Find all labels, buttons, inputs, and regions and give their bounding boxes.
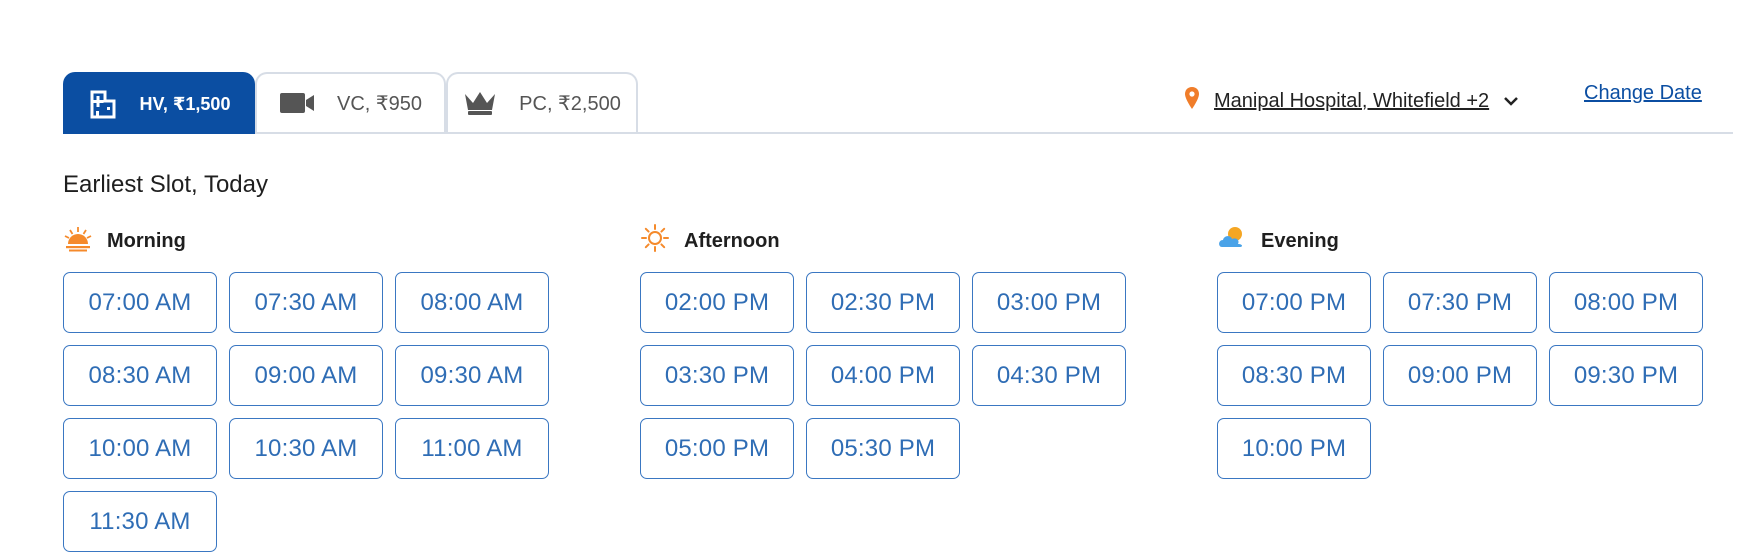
morning-section: Morning 07:00 AM 07:30 AM 08:00 AM 08:30… bbox=[63, 226, 549, 552]
hospital-icon bbox=[88, 89, 118, 119]
time-slot[interactable]: 08:00 AM bbox=[395, 272, 549, 333]
time-slot[interactable]: 05:30 PM bbox=[806, 418, 960, 479]
time-slot[interactable]: 08:30 AM bbox=[63, 345, 217, 406]
location-pin-icon bbox=[1184, 86, 1200, 116]
time-slot[interactable]: 05:00 PM bbox=[640, 418, 794, 479]
time-slot[interactable]: 02:30 PM bbox=[806, 272, 960, 333]
time-slot[interactable]: 07:00 PM bbox=[1217, 272, 1371, 333]
afternoon-slots: 02:00 PM 02:30 PM 03:00 PM 03:30 PM 04:0… bbox=[640, 272, 1126, 479]
time-slot[interactable]: 07:30 PM bbox=[1383, 272, 1537, 333]
tab-label: VC, ₹950 bbox=[337, 92, 422, 115]
time-slot[interactable]: 03:00 PM bbox=[972, 272, 1126, 333]
evening-section: Evening 07:00 PM 07:30 PM 08:00 PM 08:30… bbox=[1217, 226, 1703, 479]
section-header: Afternoon bbox=[640, 223, 780, 259]
tab-video-consult[interactable]: VC, ₹950 bbox=[255, 72, 446, 132]
section-title: Afternoon bbox=[684, 229, 780, 252]
video-camera-icon bbox=[279, 91, 315, 115]
time-slot[interactable]: 08:00 PM bbox=[1549, 272, 1703, 333]
time-slot[interactable]: 03:30 PM bbox=[640, 345, 794, 406]
chevron-down-icon[interactable] bbox=[1503, 90, 1519, 113]
time-slot[interactable]: 11:30 AM bbox=[63, 491, 217, 552]
afternoon-section: Afternoon 02:00 PM 02:30 PM 03:00 PM 03:… bbox=[640, 223, 1126, 479]
sunrise-icon bbox=[63, 224, 93, 258]
time-slot[interactable]: 09:30 AM bbox=[395, 345, 549, 406]
time-slot[interactable]: 09:30 PM bbox=[1549, 345, 1703, 406]
tab-phone-consult[interactable]: PC, ₹2,500 bbox=[446, 72, 638, 132]
tab-label: HV, ₹1,500 bbox=[139, 93, 231, 114]
evening-slots: 07:00 PM 07:30 PM 08:00 PM 08:30 PM 09:0… bbox=[1217, 272, 1703, 479]
crown-icon bbox=[463, 90, 497, 116]
tab-hospital-visit[interactable]: HV, ₹1,500 bbox=[63, 72, 255, 134]
location-selector[interactable]: Manipal Hospital, Whitefield +2 bbox=[1184, 86, 1519, 116]
time-slot[interactable]: 08:30 PM bbox=[1217, 345, 1371, 406]
time-slot[interactable]: 10:00 PM bbox=[1217, 418, 1371, 479]
time-slot[interactable]: 11:00 AM bbox=[395, 418, 549, 479]
time-slot[interactable]: 07:00 AM bbox=[63, 272, 217, 333]
moon-cloud-icon bbox=[1217, 225, 1247, 257]
tab-label: PC, ₹2,500 bbox=[519, 92, 621, 115]
section-header: Morning bbox=[63, 226, 186, 256]
sun-icon bbox=[640, 223, 670, 259]
time-slot[interactable]: 09:00 AM bbox=[229, 345, 383, 406]
time-slot[interactable]: 10:00 AM bbox=[63, 418, 217, 479]
time-slot[interactable]: 04:30 PM bbox=[972, 345, 1126, 406]
morning-slots: 07:00 AM 07:30 AM 08:00 AM 08:30 AM 09:0… bbox=[63, 272, 549, 552]
time-slot[interactable]: 07:30 AM bbox=[229, 272, 383, 333]
change-date-link[interactable]: Change Date bbox=[1584, 82, 1702, 105]
earliest-slot-heading: Earliest Slot, Today bbox=[63, 171, 268, 198]
section-header: Evening bbox=[1217, 226, 1339, 256]
time-slot[interactable]: 02:00 PM bbox=[640, 272, 794, 333]
time-slot[interactable]: 10:30 AM bbox=[229, 418, 383, 479]
section-title: Evening bbox=[1261, 229, 1339, 252]
section-title: Morning bbox=[107, 229, 186, 252]
time-slot[interactable]: 04:00 PM bbox=[806, 345, 960, 406]
time-slot[interactable]: 09:00 PM bbox=[1383, 345, 1537, 406]
location-label[interactable]: Manipal Hospital, Whitefield +2 bbox=[1214, 90, 1489, 113]
